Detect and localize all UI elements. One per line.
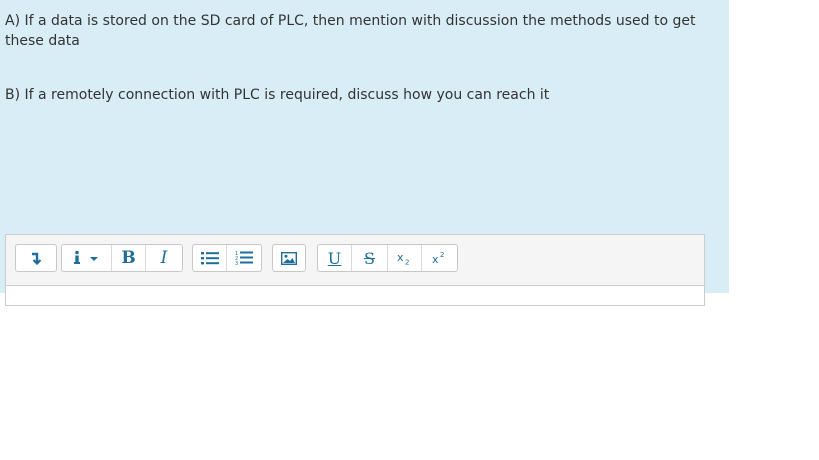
numbered-list-button[interactable]: 1 2 3: [227, 245, 261, 271]
bold-icon: B: [121, 248, 136, 268]
underline-icon: U: [327, 248, 342, 268]
underline-button[interactable]: U: [318, 245, 352, 271]
answer-text-area[interactable]: [6, 286, 704, 305]
question-part-a: A) If a data is stored on the SD card of…: [5, 13, 696, 49]
bold-button[interactable]: B: [112, 245, 146, 271]
subscript-button[interactable]: x 2: [388, 245, 422, 271]
subscript-icon: x 2: [397, 251, 409, 266]
paragraph-style-icon: [73, 250, 98, 264]
rich-text-editor: B I 1 2 3 U S x 2 x 2: [5, 234, 705, 306]
superscript-icon: x 2: [432, 251, 444, 265]
collapse-toolbar-button[interactable]: [16, 245, 56, 271]
question-part-b: B) If a remotely connection with PLC is …: [5, 87, 550, 103]
paragraph-style-button[interactable]: [62, 245, 112, 271]
svg-text:2: 2: [440, 251, 444, 259]
svg-text:3: 3: [235, 261, 238, 266]
italic-button[interactable]: I: [146, 245, 182, 271]
collapse-toolbar-icon: [32, 252, 42, 265]
svg-text:x: x: [397, 251, 404, 264]
bulleted-list-icon: [200, 252, 219, 265]
insert-image-button[interactable]: [273, 245, 305, 271]
numbered-list-icon: 1 2 3: [235, 251, 253, 266]
toolbar-group-collapse: [15, 244, 57, 272]
toolbar-group-text: U S x 2 x 2: [317, 244, 458, 272]
insert-image-icon: [281, 251, 297, 265]
editor-toolbar: B I 1 2 3 U S x 2 x 2: [6, 235, 704, 286]
superscript-button[interactable]: x 2: [422, 245, 457, 271]
strikethrough-button[interactable]: S: [352, 245, 388, 271]
toolbar-group-media: [272, 244, 306, 272]
svg-text:x: x: [432, 253, 439, 265]
toolbar-group-lists: 1 2 3: [192, 244, 262, 272]
strikethrough-icon: S: [364, 248, 375, 268]
svg-text:2: 2: [405, 259, 409, 266]
toolbar-group-format: B I: [61, 244, 183, 272]
bulleted-list-button[interactable]: [193, 245, 227, 271]
italic-icon: I: [160, 248, 168, 268]
